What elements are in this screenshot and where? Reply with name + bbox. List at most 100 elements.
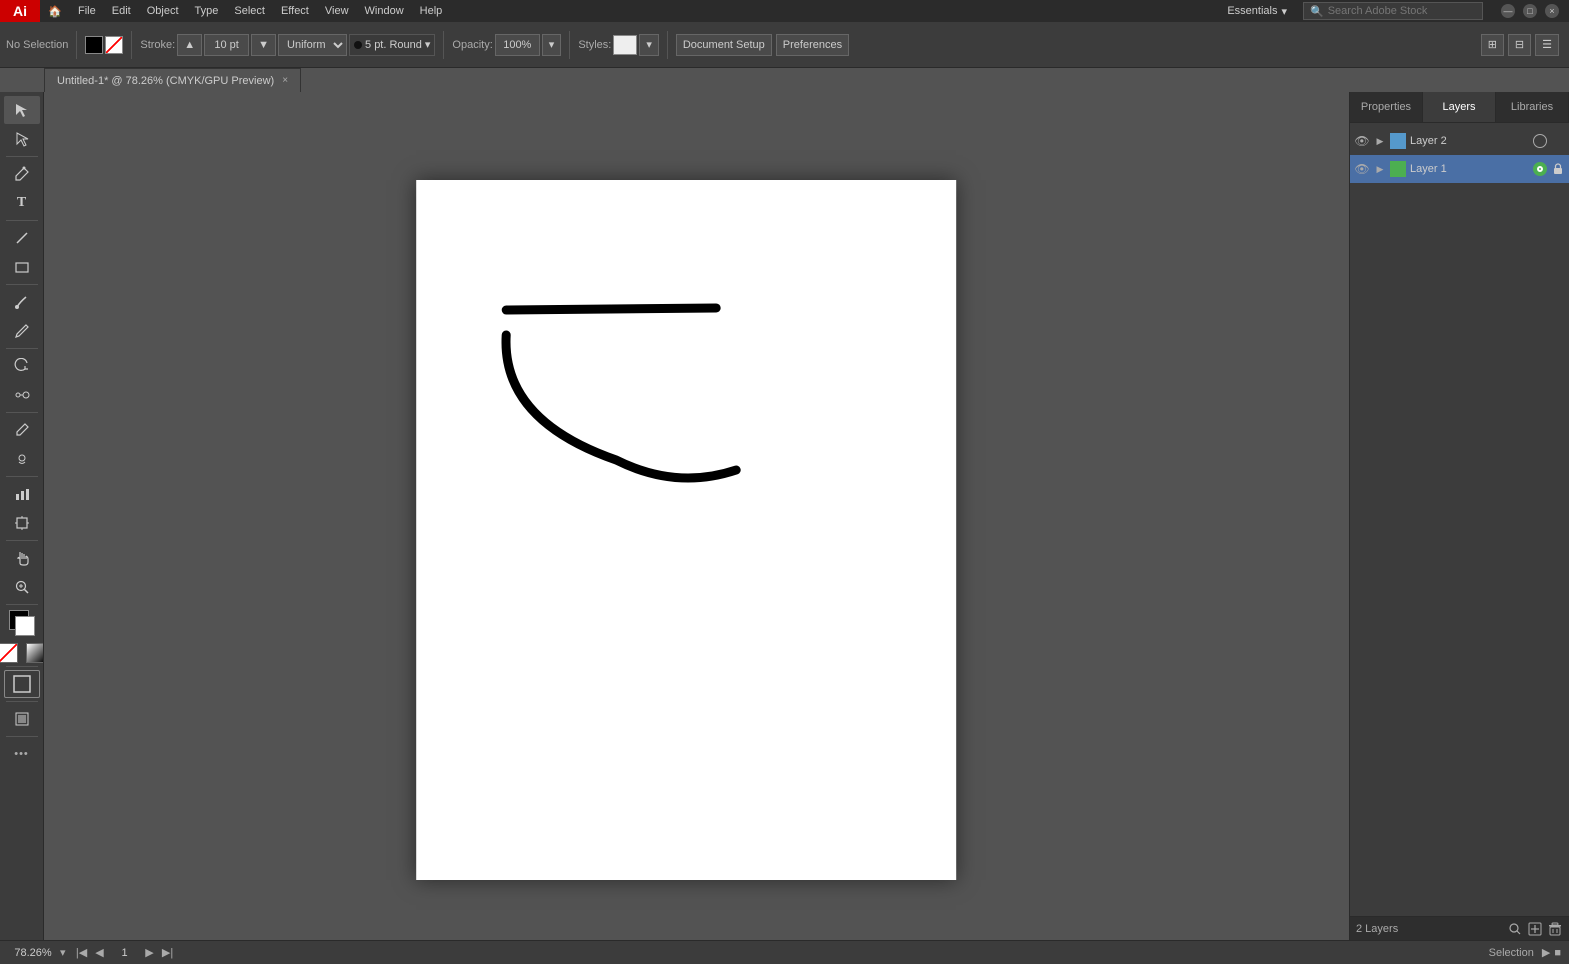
window-controls: — □ ×	[1499, 4, 1561, 18]
style-preview[interactable]	[613, 35, 637, 55]
menu-object[interactable]: Object	[139, 0, 187, 22]
selection-tool-button[interactable]	[4, 96, 40, 124]
app-logo: Ai	[0, 0, 40, 22]
layer-item-1[interactable]: 👁 ▶ Layer 1	[1350, 155, 1569, 183]
blend-tool-button[interactable]	[4, 381, 40, 409]
menu-view[interactable]: View	[317, 0, 357, 22]
menu-file[interactable]: File	[70, 0, 104, 22]
background-color[interactable]	[15, 616, 35, 636]
layers-content: 👁 ▶ Layer 2 👁 ▶ Layer 1	[1350, 123, 1569, 916]
pencil-tool-button[interactable]	[4, 317, 40, 345]
eyedropper-tool-button[interactable]	[4, 416, 40, 444]
fill-swatch[interactable]	[85, 36, 103, 54]
layer-2-lock-icon[interactable]	[1551, 134, 1565, 148]
properties-tab[interactable]: Properties	[1350, 92, 1423, 122]
line-tool-button[interactable]	[4, 224, 40, 252]
rect-tool-button[interactable]	[4, 253, 40, 281]
graph-tool-button[interactable]	[4, 480, 40, 508]
stop-icon[interactable]: ■	[1554, 947, 1561, 959]
tool-sep11	[6, 736, 38, 737]
layer-1-lock-icon[interactable]	[1551, 162, 1565, 176]
columns-icon[interactable]: ⊟	[1508, 34, 1531, 56]
direct-selection-tool-button[interactable]	[4, 125, 40, 153]
stroke-cap-group[interactable]: 5 pt. Round ▾	[349, 34, 435, 56]
close-button[interactable]: ×	[1545, 4, 1559, 18]
hand-tool-button[interactable]	[4, 544, 40, 572]
search-stock-input[interactable]	[1328, 5, 1476, 17]
stroke-type-select[interactable]: Uniform	[278, 34, 347, 56]
color-gradient-button[interactable]	[26, 643, 45, 663]
zoom-control: ▾	[8, 946, 66, 959]
menu-window[interactable]: Window	[357, 0, 412, 22]
rotate-tool-button[interactable]	[4, 352, 40, 380]
artboard	[416, 180, 956, 880]
layer-2-target[interactable]	[1533, 134, 1547, 148]
essentials-button[interactable]: Essentials ▾	[1219, 0, 1295, 22]
text-tool-button[interactable]: T	[4, 189, 40, 217]
toolbar: No Selection Stroke: ▲ ▼ Uniform 5 pt. R…	[0, 22, 1569, 68]
main-area: T	[0, 92, 1569, 940]
menu-bar: Ai 🏠 File Edit Object Type Select Effect…	[0, 0, 1569, 22]
maximize-button[interactable]: □	[1523, 4, 1537, 18]
tab-bar: Untitled-1* @ 78.26% (CMYK/GPU Preview) …	[0, 68, 1569, 92]
more-tools-button[interactable]: •••	[4, 740, 40, 768]
delete-layer-icon[interactable]	[1547, 921, 1563, 937]
first-page-button[interactable]: |◀	[74, 945, 90, 961]
artboard-tool-button[interactable]	[4, 509, 40, 537]
arrange-icon[interactable]: ⊞	[1481, 34, 1504, 56]
tool-sep5	[6, 412, 38, 413]
menu-effect[interactable]: Effect	[273, 0, 317, 22]
document-tab[interactable]: Untitled-1* @ 78.26% (CMYK/GPU Preview) …	[44, 68, 301, 92]
preferences-button[interactable]: Preferences	[776, 34, 849, 56]
layer-1-name: Layer 1	[1410, 163, 1529, 175]
sep5	[667, 31, 668, 59]
find-layer-icon[interactable]	[1507, 921, 1523, 937]
opacity-chevron[interactable]: ▾	[542, 34, 562, 56]
draw-mode-button[interactable]	[4, 670, 40, 698]
menu-type[interactable]: Type	[187, 0, 227, 22]
add-layer-icon[interactable]	[1527, 921, 1543, 937]
document-setup-button[interactable]: Document Setup	[676, 34, 772, 56]
stroke-weight-down[interactable]: ▼	[251, 34, 276, 56]
play-icon[interactable]: ▶	[1542, 946, 1550, 959]
sep3	[443, 31, 444, 59]
stroke-weight-input[interactable]	[204, 34, 249, 56]
stroke-weight-up[interactable]: ▲	[177, 34, 202, 56]
screen-mode-button[interactable]	[4, 705, 40, 733]
zoom-input[interactable]	[8, 947, 58, 959]
menu-edit[interactable]: Edit	[104, 0, 139, 22]
color-none-button[interactable]	[0, 643, 18, 663]
zoom-tool-button[interactable]	[4, 573, 40, 601]
menu-select[interactable]: Select	[226, 0, 273, 22]
last-page-button[interactable]: ▶|	[160, 945, 176, 961]
stroke-swatch[interactable]	[105, 36, 123, 54]
layers-tab[interactable]: Layers	[1423, 92, 1496, 122]
layer-1-visibility-icon[interactable]: 👁	[1354, 161, 1370, 177]
next-page-button[interactable]: ▶	[142, 945, 158, 961]
layer-count-label: 2 Layers	[1356, 923, 1503, 935]
tab-close-button[interactable]: ×	[282, 75, 288, 86]
symbol-tool-button[interactable]	[4, 445, 40, 473]
prev-page-button[interactable]: ◀	[92, 945, 108, 961]
color-extras	[0, 643, 44, 663]
layer-2-visibility-icon[interactable]: 👁	[1354, 133, 1370, 149]
layer-1-target[interactable]	[1533, 162, 1547, 176]
search-stock-container[interactable]: 🔍	[1303, 2, 1483, 20]
layer-1-expand-icon[interactable]: ▶	[1374, 163, 1386, 175]
paintbrush-tool-button[interactable]	[4, 288, 40, 316]
panel-toggle-icon[interactable]: ☰	[1535, 34, 1559, 56]
tool-sep3	[6, 284, 38, 285]
page-input[interactable]	[110, 947, 140, 959]
layer-2-expand-icon[interactable]: ▶	[1374, 135, 1386, 147]
canvas-area	[44, 92, 1349, 940]
menu-help[interactable]: Help	[412, 0, 451, 22]
opacity-input[interactable]	[495, 34, 540, 56]
layer-item-2[interactable]: 👁 ▶ Layer 2	[1350, 127, 1569, 155]
stroke-cap-icon	[354, 41, 362, 49]
pen-tool-button[interactable]	[4, 160, 40, 188]
libraries-tab[interactable]: Libraries	[1496, 92, 1569, 122]
zoom-chevron-icon[interactable]: ▾	[60, 946, 66, 959]
styles-chevron[interactable]: ▾	[639, 34, 659, 56]
home-button[interactable]: 🏠	[40, 0, 70, 22]
minimize-button[interactable]: —	[1501, 4, 1515, 18]
